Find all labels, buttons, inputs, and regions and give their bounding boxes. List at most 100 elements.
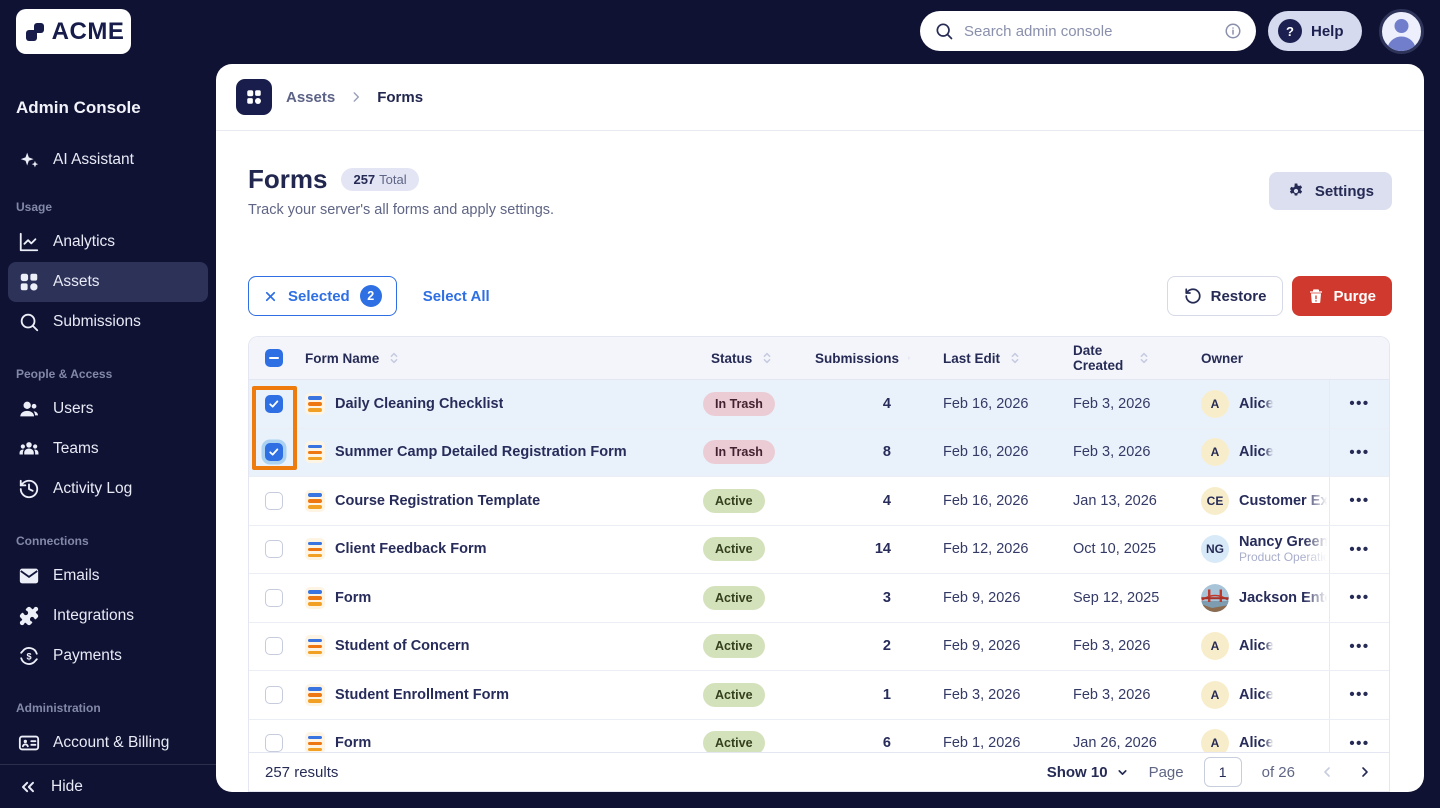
column-header-submissions[interactable]: Submissions [807,350,911,366]
row-checkbox[interactable] [265,443,283,462]
owner-name: Jackson Enterprises [1239,589,1329,606]
page-number-input[interactable] [1203,757,1242,787]
date-created-value: Oct 10, 2025 [1073,541,1157,558]
row-actions-menu-button[interactable]: ••• [1349,589,1369,606]
table-row[interactable]: Client Feedback Form Active 14 Feb 12, 2026… [249,525,1389,574]
purge-label: Purge [1333,287,1376,305]
row-actions-menu-button[interactable]: ••• [1349,541,1369,558]
owner-name: Alice [1239,638,1274,655]
svg-text:$: $ [26,651,31,661]
selected-count-badge: 2 [359,285,382,307]
sidebar-title: Admin Console [16,98,141,117]
last-edit-value: Feb 3, 2026 [943,686,1021,703]
sidebar-item-integrations[interactable]: Integrations [8,596,208,636]
row-checkbox[interactable] [265,637,283,656]
row-checkbox[interactable] [265,394,283,413]
form-name-link[interactable]: Client Feedback Form [335,541,486,557]
sidebar-item-payments[interactable]: $ Payments [8,636,208,676]
search-icon [934,21,954,41]
logo[interactable]: ACME [16,9,131,54]
form-name-link[interactable]: Student of Concern [335,638,470,654]
id-card-icon [18,732,40,754]
assets-grid-icon [236,79,272,115]
sidebar-section-label: People & Access [16,367,113,381]
search-input[interactable] [964,22,1214,40]
row-checkbox[interactable] [265,734,283,752]
status-badge: In Trash [703,391,775,416]
row-checkbox[interactable] [265,491,283,510]
users-icon [18,398,40,420]
restore-button[interactable]: Restore [1166,276,1284,316]
column-header-date-created[interactable]: Date Created [1041,343,1169,373]
sidebar-item-submissions[interactable]: Submissions [8,302,208,342]
breadcrumb-assets-link[interactable]: Assets [286,89,335,106]
help-button[interactable]: ? Help [1268,11,1362,51]
last-edit-value: Feb 16, 2026 [943,444,1029,461]
date-created-value: Sep 12, 2025 [1073,589,1160,606]
row-actions-menu-button[interactable]: ••• [1349,735,1369,752]
sidebar-item-billing[interactable]: Account & Billing [8,723,208,763]
table-row[interactable]: Student of Concern Active 2 Feb 9, 2026 Feb … [249,622,1389,671]
previous-page-button[interactable] [1319,764,1335,780]
search-bar[interactable] [920,11,1256,51]
row-actions-menu-button[interactable]: ••• [1349,395,1369,412]
owner-avatar: A [1201,729,1229,752]
results-count: 257 results [265,763,339,781]
sidebar-item-emails[interactable]: Emails [8,556,208,596]
select-all-checkbox[interactable] [265,349,283,367]
row-checkbox[interactable] [265,540,283,559]
form-name-link[interactable]: Form [335,590,371,606]
column-header-status[interactable]: Status [695,350,807,366]
form-name-link[interactable]: Form [335,735,371,751]
sidebar-item-assets[interactable]: Assets [8,262,208,302]
row-actions-menu-button[interactable]: ••• [1349,638,1369,655]
page-size-label: Show 10 [1046,763,1108,781]
next-page-button[interactable] [1357,764,1373,780]
row-actions-menu-button[interactable]: ••• [1349,444,1369,461]
page-size-select[interactable]: Show 10 [1047,764,1129,781]
teams-icon [18,438,40,460]
status-badge: Active [703,585,765,610]
sidebar-item-teams[interactable]: Teams [8,429,208,469]
table-row[interactable]: Daily Cleaning Checklist In Trash 4 Feb 16,… [249,380,1389,429]
table-row[interactable]: Student Enrollment Form Active 1 Feb 3, 202… [249,671,1389,720]
owner-avatar: A [1201,389,1229,418]
form-name-link[interactable]: Summer Camp Detailed Registration Form [335,444,627,460]
row-checkbox[interactable] [265,685,283,704]
owner-avatar-photo [1201,583,1229,612]
info-icon[interactable] [1224,22,1242,40]
purge-button[interactable]: Purge [1292,276,1392,316]
page-label: Page [1148,763,1184,781]
user-avatar[interactable] [1379,9,1424,54]
form-name-link[interactable]: Student Enrollment Form [335,687,509,703]
form-name-link[interactable]: Daily Cleaning Checklist [335,396,503,412]
sidebar-item-label: Users [53,400,94,417]
form-icon [305,635,325,658]
settings-button[interactable]: Settings [1268,172,1392,210]
select-all-link[interactable]: Select All [423,288,490,305]
dollar-refresh-icon: $ [18,645,40,667]
sidebar-item-users[interactable]: Users [8,389,208,429]
column-header-last-edit[interactable]: Last Edit [911,350,1041,366]
table-row[interactable]: Form Active 6 Feb 1, 2026 Jan 26, 2026 A Alice… [249,719,1389,752]
row-actions-menu-button[interactable]: ••• [1349,492,1369,509]
sidebar-item-analytics[interactable]: Analytics [8,222,208,262]
form-icon [305,732,325,752]
sidebar-item-activity[interactable]: Activity Log [8,469,208,509]
row-actions-menu-button[interactable]: ••• [1349,686,1369,703]
date-created-value: Feb 3, 2026 [1073,444,1151,461]
form-name-link[interactable]: Course Registration Template [335,493,540,509]
submissions-value: 1 [882,686,891,703]
column-header-owner: Owner [1201,350,1244,366]
clear-selection-chip[interactable]: Selected 2 [248,276,397,316]
table-row[interactable]: Course Registration Template Active 4 Feb 1… [249,477,1389,526]
table-row[interactable]: Summer Camp Detailed Registration Form In… [249,428,1389,477]
sidebar-hide-button[interactable]: Hide [0,764,216,808]
sidebar-item-ai-assistant[interactable]: AI Assistant [8,140,208,180]
owner-avatar: A [1201,632,1229,661]
restore-icon [1184,287,1202,305]
row-checkbox[interactable] [265,588,283,607]
column-header-form-name[interactable]: Form Name [305,350,695,366]
logo-icon [23,20,47,44]
table-row[interactable]: Form Active 3 Feb 9, 2026 Sep 12, 2025 Jackso… [249,574,1389,623]
